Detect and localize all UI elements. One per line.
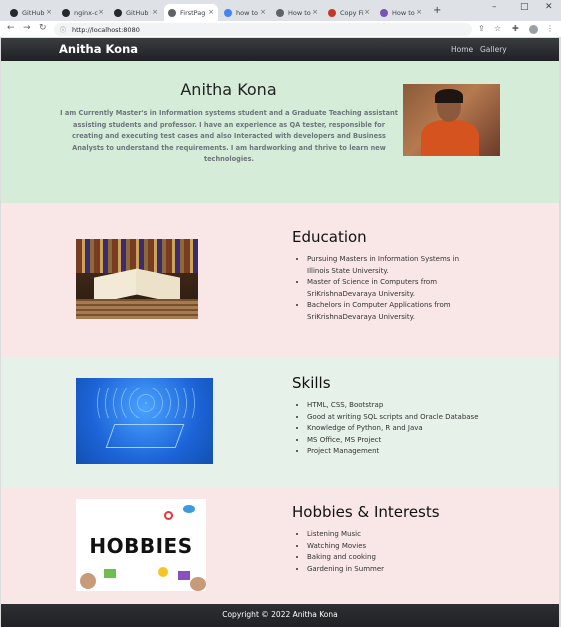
reload-icon[interactable]: ↻ xyxy=(39,23,47,33)
close-tab-icon[interactable]: × xyxy=(312,8,318,16)
address-bar[interactable]: ⓘ http://localhost:8080 xyxy=(54,23,472,36)
browser-toolbar: ← → ↻ ⓘ http://localhost:8080 ⇪ ☆ ✚ ⋮ xyxy=(0,21,561,38)
google-icon xyxy=(224,8,232,17)
hobbies-image: HOBBIES xyxy=(76,499,206,591)
close-tab-icon[interactable]: × xyxy=(260,8,266,16)
close-tab-icon[interactable]: × xyxy=(208,8,214,16)
github-icon xyxy=(114,8,122,17)
hobbies-section: HOBBIES Hobbies & Interests Listening Mu… xyxy=(1,487,559,604)
hero-section: Anitha Kona I am Currently Master's in I… xyxy=(1,61,559,203)
share-icon[interactable]: ⇪ xyxy=(478,24,485,33)
bootstrap-icon xyxy=(380,8,388,17)
list-item: Project Management xyxy=(307,446,513,458)
close-tab-icon[interactable]: × xyxy=(98,8,104,16)
extensions-icon[interactable]: ✚ xyxy=(512,24,519,33)
nav-link-home[interactable]: Home xyxy=(451,45,473,54)
close-tab-icon[interactable]: × xyxy=(364,8,370,16)
bookmark-star-icon[interactable]: ☆ xyxy=(494,24,501,33)
hero-bio: I am Currently Master's in Information s… xyxy=(60,109,398,163)
hobbies-list: Listening Music Watching Movies Baking a… xyxy=(293,529,493,575)
list-item: Gardening in Summer xyxy=(307,564,493,576)
browser-tab[interactable]: How to × xyxy=(376,4,426,21)
laptop-image xyxy=(76,378,213,464)
address-text: http://localhost:8080 xyxy=(72,25,140,34)
close-tab-icon[interactable]: × xyxy=(46,8,52,16)
browser-tab[interactable]: How to × xyxy=(272,4,322,21)
globe-icon xyxy=(168,8,176,17)
hero-name: Anitha Kona xyxy=(180,80,277,99)
list-item: Master of Science in Computers from SriK… xyxy=(307,277,468,300)
site-brand[interactable]: Anitha Kona xyxy=(59,42,138,56)
list-item: HTML, CSS, Bootstrap xyxy=(307,400,513,412)
education-section: Education Pursuing Masters in Informatio… xyxy=(1,203,559,357)
list-item: MS Office, MS Project xyxy=(307,435,513,447)
globe-icon xyxy=(276,8,284,17)
maximize-icon[interactable]: □ xyxy=(520,2,529,12)
back-icon[interactable]: ← xyxy=(7,23,15,33)
copy-icon xyxy=(328,8,336,17)
education-heading: Education xyxy=(292,228,367,246)
new-tab-icon[interactable]: + xyxy=(433,5,441,16)
close-tab-icon[interactable]: × xyxy=(152,8,158,16)
menu-kebab-icon[interactable]: ⋮ xyxy=(546,24,554,33)
window-close-icon[interactable]: ✕ xyxy=(545,2,553,12)
list-item: Knowledge of Python, R and Java xyxy=(307,423,513,435)
site-footer: Copyright © 2022 Anitha Kona xyxy=(1,604,559,627)
browser-tab[interactable]: how to × xyxy=(220,4,270,21)
copyright-text: Copyright © 2022 Anitha Kona xyxy=(222,610,338,619)
list-item: Watching Movies xyxy=(307,541,493,553)
list-item: Good at writing SQL scripts and Oracle D… xyxy=(307,412,513,424)
site-info-icon[interactable]: ⓘ xyxy=(60,25,66,34)
skills-heading: Skills xyxy=(292,374,331,392)
forward-icon[interactable]: → xyxy=(23,23,31,33)
skills-section: Skills HTML, CSS, Bootstrap Good at writ… xyxy=(1,357,559,487)
books-image xyxy=(76,239,198,319)
skills-list: HTML, CSS, Bootstrap Good at writing SQL… xyxy=(293,400,513,458)
github-icon xyxy=(10,8,18,17)
site-navbar: Anitha Kona Home Gallery xyxy=(1,38,559,61)
hobbies-image-text: HOBBIES xyxy=(89,534,193,558)
profile-photo xyxy=(403,84,500,156)
web-page: Anitha Kona Home Gallery Anitha Kona I a… xyxy=(1,38,559,627)
browser-tab-active[interactable]: FirstPag × xyxy=(164,4,218,21)
profile-avatar-icon[interactable] xyxy=(529,25,538,34)
close-tab-icon[interactable]: × xyxy=(416,8,422,16)
browser-tab[interactable]: Copy Fi × xyxy=(324,4,374,21)
hobbies-heading: Hobbies & Interests xyxy=(292,503,440,521)
list-item: Listening Music xyxy=(307,529,493,541)
list-item: Bachelors in Computer Applications from … xyxy=(307,300,468,323)
minimize-icon[interactable]: – xyxy=(492,2,497,12)
browser-tab-strip: GitHub × nginx-c × GitHub × FirstPag × h… xyxy=(0,0,561,21)
browser-tab[interactable]: nginx-c × xyxy=(58,4,108,21)
education-list: Pursuing Masters in Information Systems … xyxy=(293,254,468,323)
browser-tab[interactable]: GitHub × xyxy=(6,4,56,21)
list-item: Baking and cooking xyxy=(307,552,493,564)
nav-link-gallery[interactable]: Gallery xyxy=(480,45,507,54)
list-item: Pursuing Masters in Information Systems … xyxy=(307,254,468,277)
github-icon xyxy=(62,8,70,17)
browser-tab[interactable]: GitHub × xyxy=(110,4,162,21)
